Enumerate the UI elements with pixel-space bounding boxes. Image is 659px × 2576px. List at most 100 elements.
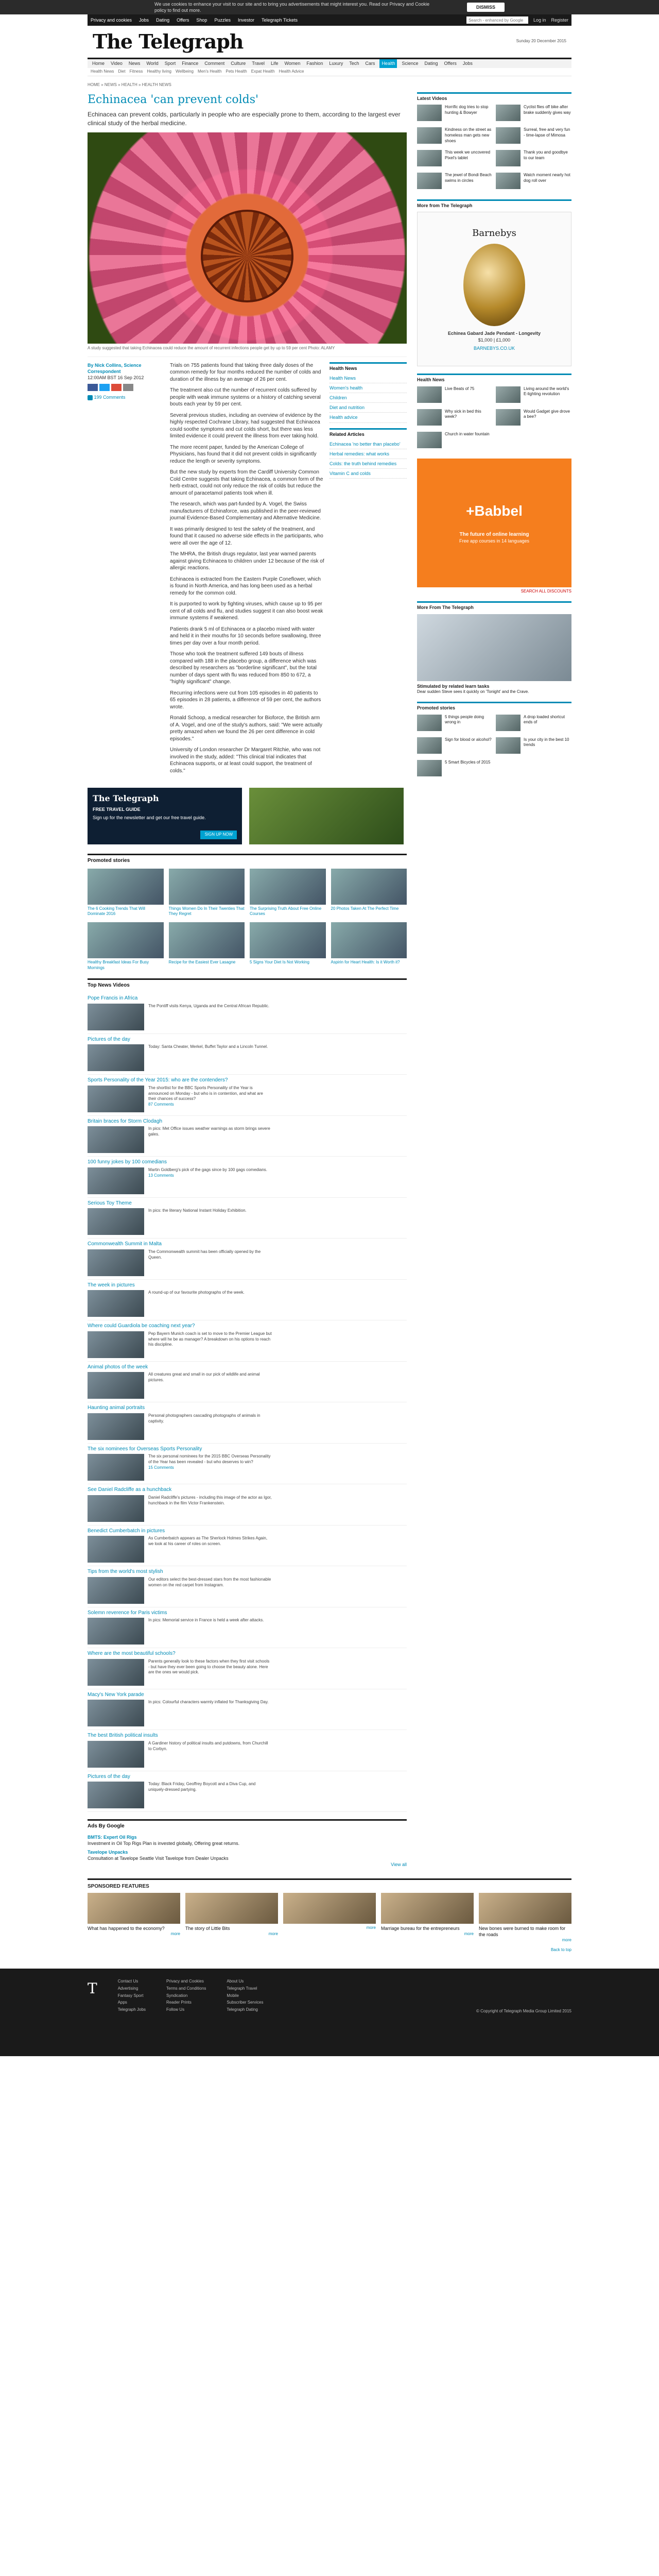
footer-link[interactable]: Telegraph Travel bbox=[227, 1986, 263, 1992]
promoted-card[interactable]: The 6 Cooking Trends That Will Dominate … bbox=[88, 868, 164, 918]
sponsored-more-link[interactable]: more bbox=[283, 1925, 376, 1931]
news-entry-image[interactable] bbox=[88, 1700, 144, 1727]
news-entry-image[interactable] bbox=[88, 1618, 144, 1645]
subnav-item[interactable]: Health Advice bbox=[279, 69, 304, 75]
news-entry-image[interactable] bbox=[88, 1126, 144, 1154]
login-link[interactable]: Log in bbox=[533, 17, 546, 23]
footer-link[interactable]: Terms and Conditions bbox=[166, 1986, 206, 1992]
sidebar-promoted-story[interactable]: 5 things people doing wrong in bbox=[417, 714, 493, 731]
subnav-item[interactable]: Pets Health bbox=[226, 69, 247, 75]
health-story[interactable]: Live Beats of 75 bbox=[417, 386, 493, 403]
promoted-card[interactable]: 20 Photos Taken At The Perfect Time bbox=[331, 868, 407, 918]
twitter-icon[interactable] bbox=[99, 384, 110, 392]
nav-item-women[interactable]: Women bbox=[283, 60, 302, 66]
utility-link[interactable]: Privacy and cookies bbox=[91, 17, 132, 23]
news-entry-title[interactable]: Solemn reverence for Paris victims bbox=[88, 1609, 407, 1617]
babbel-link[interactable]: SEARCH ALL DISCOUNTS bbox=[417, 589, 571, 595]
news-entry-comments[interactable]: 87 Comments bbox=[148, 1102, 272, 1108]
latest-video[interactable]: Kindness on the street as homeless man g… bbox=[417, 127, 493, 144]
news-entry-title[interactable]: See Daniel Radcliffe as a hunchback bbox=[88, 1486, 407, 1494]
email-icon[interactable] bbox=[123, 384, 133, 392]
footer-link[interactable]: Syndication bbox=[166, 1993, 206, 1999]
utility-link[interactable]: Jobs bbox=[139, 17, 149, 23]
latest-video[interactable]: Watch moment nearly hot dog roll over bbox=[496, 173, 571, 190]
health-story[interactable]: Living around the world's E-lighting rev… bbox=[496, 386, 571, 403]
news-entry-title[interactable]: Serious Toy Theme bbox=[88, 1200, 407, 1207]
footer-link[interactable]: Subscriber Services bbox=[227, 2000, 263, 2006]
news-entry-title[interactable]: Pope Francis in Africa bbox=[88, 995, 407, 1002]
nav-item-life[interactable]: Life bbox=[269, 60, 280, 66]
nav-item-dating[interactable]: Dating bbox=[423, 60, 439, 66]
news-entry-comments[interactable]: 15 Comments bbox=[148, 1465, 272, 1471]
nav-item-video[interactable]: Video bbox=[109, 60, 124, 66]
news-entry-title[interactable]: Benedict Cumberbatch in pictures bbox=[88, 1528, 407, 1535]
health-story[interactable]: Why sick in bed this week? bbox=[417, 409, 493, 426]
news-entry-title[interactable]: Haunting animal portraits bbox=[88, 1404, 407, 1412]
utility-link[interactable]: Shop bbox=[196, 17, 207, 23]
nav-item-cars[interactable]: Cars bbox=[363, 60, 376, 66]
nav-item-news[interactable]: News bbox=[127, 60, 142, 66]
view-all-link[interactable]: View all bbox=[88, 1861, 407, 1868]
site-logo[interactable]: The Telegraph bbox=[93, 28, 244, 55]
footer-link[interactable]: Telegraph Dating bbox=[227, 2007, 263, 2013]
health-story[interactable]: Would Gadget give drove a bee? bbox=[496, 409, 571, 426]
utility-link[interactable]: Dating bbox=[156, 17, 169, 23]
back-to-top-link[interactable]: Back to top bbox=[88, 1947, 571, 1953]
facebook-icon[interactable] bbox=[88, 384, 98, 392]
sponsored-more-link[interactable]: more bbox=[185, 1931, 278, 1937]
news-entry-image[interactable] bbox=[88, 1003, 144, 1030]
footer-link[interactable]: Privacy and Cookies bbox=[166, 1979, 206, 1985]
news-entry-title[interactable]: Macy's New York parade bbox=[88, 1691, 407, 1699]
latest-video[interactable]: The jewel of Bondi Beach swims in circle… bbox=[417, 173, 493, 190]
register-link[interactable]: Register bbox=[551, 17, 568, 23]
ad-title-1[interactable]: BMTS: Expert Oil Rigs bbox=[88, 1834, 407, 1840]
latest-video[interactable]: Surreal, free and very fun - time-lapse … bbox=[496, 127, 571, 144]
sponsored-card[interactable]: The story of Little Bits more bbox=[185, 1893, 278, 1943]
sponsored-card[interactable]: more bbox=[283, 1893, 376, 1943]
related-link[interactable]: Children bbox=[330, 393, 407, 403]
babbel-ad[interactable]: +Babbel The future of online learning Fr… bbox=[417, 458, 571, 595]
utility-link[interactable]: Telegraph Tickets bbox=[262, 17, 298, 23]
news-entry-image[interactable] bbox=[88, 1740, 144, 1768]
nav-item-health[interactable]: Health bbox=[379, 59, 397, 68]
utility-link[interactable]: Offers bbox=[177, 17, 189, 23]
subnav-item[interactable]: Healthy living bbox=[147, 69, 171, 75]
subnav-item[interactable]: Men's Health bbox=[198, 69, 221, 75]
nav-item-science[interactable]: Science bbox=[400, 60, 420, 66]
subnav-item[interactable]: Health News bbox=[91, 69, 114, 75]
sidebar-promoted-story[interactable]: A drop loaded shortcut ends of bbox=[496, 714, 571, 731]
news-entry-image[interactable] bbox=[88, 1495, 144, 1522]
news-entry-image[interactable] bbox=[88, 1044, 144, 1072]
news-entry-image[interactable] bbox=[88, 1782, 144, 1809]
sponsored-card[interactable]: New bones were burned to make room for t… bbox=[479, 1893, 571, 1943]
news-entry-image[interactable] bbox=[88, 1085, 144, 1112]
footer-link[interactable]: Fantasy Sport bbox=[118, 1993, 146, 1999]
footer-link[interactable]: Advertising bbox=[118, 1986, 146, 1992]
travel-guide-promo[interactable]: The Telegraph FREE TRAVEL GUIDE Sign up … bbox=[88, 788, 242, 845]
news-entry-title[interactable]: Tips from the world's most stylish bbox=[88, 1568, 407, 1575]
related-link[interactable]: Colds: the truth behind remedies bbox=[330, 459, 407, 469]
latest-video[interactable]: Cyclist flies off bike after brake sudde… bbox=[496, 104, 571, 121]
sponsored-card[interactable]: What has happened to the economy? more bbox=[88, 1893, 180, 1943]
footer-link[interactable]: Telegraph Jobs bbox=[118, 2007, 146, 2013]
sponsored-more-link[interactable]: more bbox=[381, 1931, 474, 1937]
news-entry-image[interactable] bbox=[88, 1331, 144, 1358]
news-entry-title[interactable]: The six nominees for Overseas Sports Per… bbox=[88, 1446, 407, 1453]
news-entry-comments[interactable]: 13 Comments bbox=[148, 1173, 272, 1179]
news-entry-image[interactable] bbox=[88, 1536, 144, 1563]
utility-link[interactable]: Puzzles bbox=[214, 17, 231, 23]
news-entry-title[interactable]: Where are the most beautiful schools? bbox=[88, 1650, 407, 1657]
latest-video[interactable]: This week we uncovered Pixel's tablet bbox=[417, 150, 493, 167]
nav-item-finance[interactable]: Finance bbox=[180, 60, 200, 66]
footer-link[interactable]: Mobile bbox=[227, 1993, 263, 1999]
latest-video[interactable]: Thank you and goodbye to our team bbox=[496, 150, 571, 167]
news-entry-title[interactable]: Sports Personality of the Year 2015: who… bbox=[88, 1077, 407, 1084]
news-entry-image[interactable] bbox=[88, 1167, 144, 1194]
sponsored-more-link[interactable]: more bbox=[479, 1938, 571, 1943]
news-entry-title[interactable]: Pictures of the day bbox=[88, 1036, 407, 1043]
googleplus-icon[interactable] bbox=[111, 384, 122, 392]
nav-item-travel[interactable]: Travel bbox=[250, 60, 266, 66]
news-entry-image[interactable] bbox=[88, 1372, 144, 1399]
footer-link[interactable]: Follow Us bbox=[166, 2007, 206, 2013]
promoted-card[interactable]: The Surprising Truth About Free Online C… bbox=[250, 868, 326, 918]
